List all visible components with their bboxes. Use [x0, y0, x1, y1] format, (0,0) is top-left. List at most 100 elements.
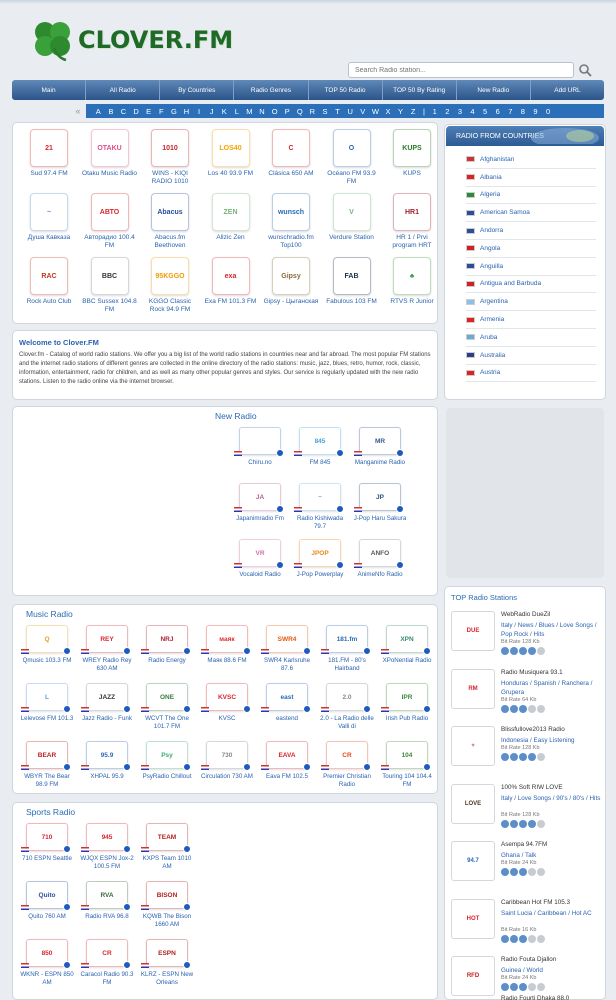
- alphabet-letter-4[interactable]: 4: [466, 107, 479, 116]
- alphabet-letter-i[interactable]: I: [193, 107, 206, 116]
- station-card[interactable]: ESPN KLRZ - ESPN New Orleans: [138, 939, 196, 987]
- alphabet-letter-0[interactable]: 0: [542, 107, 555, 116]
- alphabet-letter-3[interactable]: 3: [454, 107, 467, 116]
- station-name[interactable]: Abacus.fm Beethoven: [142, 234, 198, 250]
- alphabet-letter-u[interactable]: U: [344, 107, 357, 116]
- play-icon[interactable]: [63, 845, 71, 853]
- top-station-tile[interactable]: ZEN Allzic Zen: [203, 193, 259, 242]
- top-station-tile[interactable]: 21 Sud 97.4 FM: [21, 129, 77, 178]
- alphabet-letter-g[interactable]: G: [168, 107, 181, 116]
- station-name[interactable]: Allzic Zen: [203, 234, 259, 242]
- play-icon[interactable]: [183, 705, 191, 713]
- station-name[interactable]: Fabulous 103 FM: [324, 298, 380, 306]
- alphabet-letter-b[interactable]: B: [105, 107, 118, 116]
- top-station-tile[interactable]: 1010 WINS - KIQI RADIO 1010: [142, 129, 198, 186]
- play-icon[interactable]: [363, 647, 371, 655]
- nav-item-radio-genres[interactable]: Radio Genres: [234, 80, 309, 100]
- nav-item-top-50-by-rating[interactable]: TOP 50 By Rating: [383, 80, 457, 100]
- station-genre[interactable]: Indonesia / Easy Listening: [501, 736, 601, 745]
- play-icon[interactable]: [183, 961, 191, 969]
- top-station-tile[interactable]: V Verdure Station: [324, 193, 380, 242]
- play-icon[interactable]: [63, 961, 71, 969]
- country-item[interactable]: Afghanistan: [466, 151, 596, 169]
- alphabet-letter-o[interactable]: O: [268, 107, 281, 116]
- station-name[interactable]: Eava FM 102.5: [258, 773, 316, 781]
- station-name[interactable]: WebRadio DueZil: [501, 611, 550, 618]
- top-station-tile[interactable]: KUPS KUPS: [384, 129, 440, 178]
- station-name[interactable]: 710 ESPN Seattle: [18, 855, 76, 863]
- play-icon[interactable]: [63, 763, 71, 771]
- station-card[interactable]: CR Premier Christian Radio: [318, 741, 376, 789]
- station-card[interactable]: JAZZ Jazz Radio - Funk: [78, 683, 136, 723]
- station-name[interactable]: Radio Musiquera 93.1: [501, 669, 563, 676]
- nav-item-main[interactable]: Main: [12, 80, 87, 100]
- station-name[interactable]: KQWB The Bison 1660 AM: [138, 913, 196, 929]
- station-name[interactable]: Jazz Radio - Funk: [78, 715, 136, 723]
- station-name[interactable]: Caribbean Hot FM 105.3: [501, 899, 570, 906]
- play-icon[interactable]: [243, 763, 251, 771]
- alphabet-letter-7[interactable]: 7: [504, 107, 517, 116]
- play-icon[interactable]: [123, 763, 131, 771]
- station-name[interactable]: Sud 97.4 FM: [21, 170, 77, 178]
- play-icon[interactable]: [396, 505, 404, 513]
- play-icon[interactable]: [63, 705, 71, 713]
- top-radio-item[interactable]: ♥ Blissfullove2013 Radio Indonesia / Easy …: [451, 726, 601, 782]
- station-name[interactable]: Radio Fouta Djallon: [501, 956, 556, 963]
- station-name[interactable]: WKNR - ESPN 850 AM: [18, 971, 76, 987]
- alphabet-letter-q[interactable]: Q: [294, 107, 307, 116]
- top-station-tile[interactable]: exa Exa FM 101.3 FM: [203, 257, 259, 306]
- station-name[interactable]: Qmusic 103.3 FM: [18, 657, 76, 665]
- station-name[interactable]: HR 1 / Prvi program HRT: [384, 234, 440, 250]
- station-name[interactable]: Gipsy - Цыганская: [263, 298, 319, 306]
- station-card[interactable]: маяк Маяк 88.6 FM: [198, 625, 256, 665]
- top-station-tile[interactable]: LOS40 Los 40 93.9 FM: [203, 129, 259, 178]
- alphabet-letter-9[interactable]: 9: [529, 107, 542, 116]
- station-card[interactable]: 104 Touring 104 104.4 FM: [378, 741, 436, 789]
- station-name[interactable]: Авторадио 100.4 FM: [82, 234, 138, 250]
- alphabet-letter-n[interactable]: N: [256, 107, 269, 116]
- play-icon[interactable]: [276, 561, 284, 569]
- top-station-tile[interactable]: ~ Душа Кавказа: [21, 193, 77, 242]
- top-station-tile[interactable]: Abacus Abacus.fm Beethoven: [142, 193, 198, 250]
- country-item[interactable]: American Samoa: [466, 204, 596, 223]
- station-name[interactable]: Vocaloid Radio: [231, 571, 289, 579]
- station-name[interactable]: Душа Кавказа: [21, 234, 77, 242]
- station-card[interactable]: L Lelevose FM 101.3: [18, 683, 76, 723]
- top-station-tile[interactable]: OTAKU Otaku Music Radio: [82, 129, 138, 178]
- play-icon[interactable]: [276, 449, 284, 457]
- station-card[interactable]: EAVA Eava FM 102.5: [258, 741, 316, 781]
- station-name[interactable]: KVSC: [198, 715, 256, 723]
- play-icon[interactable]: [303, 763, 311, 771]
- station-name[interactable]: Irish Pub Radio: [378, 715, 436, 723]
- alphabet-letter-v[interactable]: V: [356, 107, 369, 116]
- station-card[interactable]: 945 WJQX ESPN Jox-2 100.5 FM: [78, 823, 136, 871]
- station-name[interactable]: KXPS Team 1010 AM: [138, 855, 196, 871]
- play-icon[interactable]: [243, 647, 251, 655]
- play-icon[interactable]: [303, 647, 311, 655]
- station-card[interactable]: NRJ Radio Energy: [138, 625, 196, 665]
- alphabet-letter-l[interactable]: L: [231, 107, 244, 116]
- station-name-partial[interactable]: Radio Fourti Dhaka 88.0: [501, 995, 569, 1000]
- station-card[interactable]: XPN XPoNential Radio: [378, 625, 436, 665]
- station-genre[interactable]: Honduras / Spanish / Ranchera / Grupera: [501, 679, 601, 697]
- station-name[interactable]: Manganime Radio: [351, 459, 409, 467]
- top-station-tile[interactable]: wunsch wunschradio.fm Top100: [263, 193, 319, 250]
- station-card[interactable]: REY WREY Radio Rey 630 AM: [78, 625, 136, 673]
- station-name[interactable]: WJQX ESPN Jox-2 100.5 FM: [78, 855, 136, 871]
- station-card[interactable]: 730 Circulation 730 AM: [198, 741, 256, 781]
- station-card[interactable]: IPR Irish Pub Radio: [378, 683, 436, 723]
- top-station-tile[interactable]: O Océano FM 93.9 FM: [324, 129, 380, 186]
- play-icon[interactable]: [336, 561, 344, 569]
- logo[interactable]: CLOVER.FM: [30, 18, 233, 62]
- station-name[interactable]: 2.0 - La Radio delle Valli di: [318, 715, 376, 731]
- station-card[interactable]: ONE WCVT The One 101.7 FM: [138, 683, 196, 731]
- station-name[interactable]: Touring 104 104.4 FM: [378, 773, 436, 789]
- station-name[interactable]: FM 845: [291, 459, 349, 467]
- station-card[interactable]: RVA Radio RVA 96.8: [78, 881, 136, 921]
- station-name[interactable]: Маяк 88.6 FM: [198, 657, 256, 665]
- country-item[interactable]: Argentina: [466, 293, 596, 312]
- alphabet-letter-p[interactable]: P: [281, 107, 294, 116]
- station-card[interactable]: KVSC KVSC: [198, 683, 256, 723]
- station-name[interactable]: wunschradio.fm Top100: [263, 234, 319, 250]
- alphabet-letter-h[interactable]: H: [180, 107, 193, 116]
